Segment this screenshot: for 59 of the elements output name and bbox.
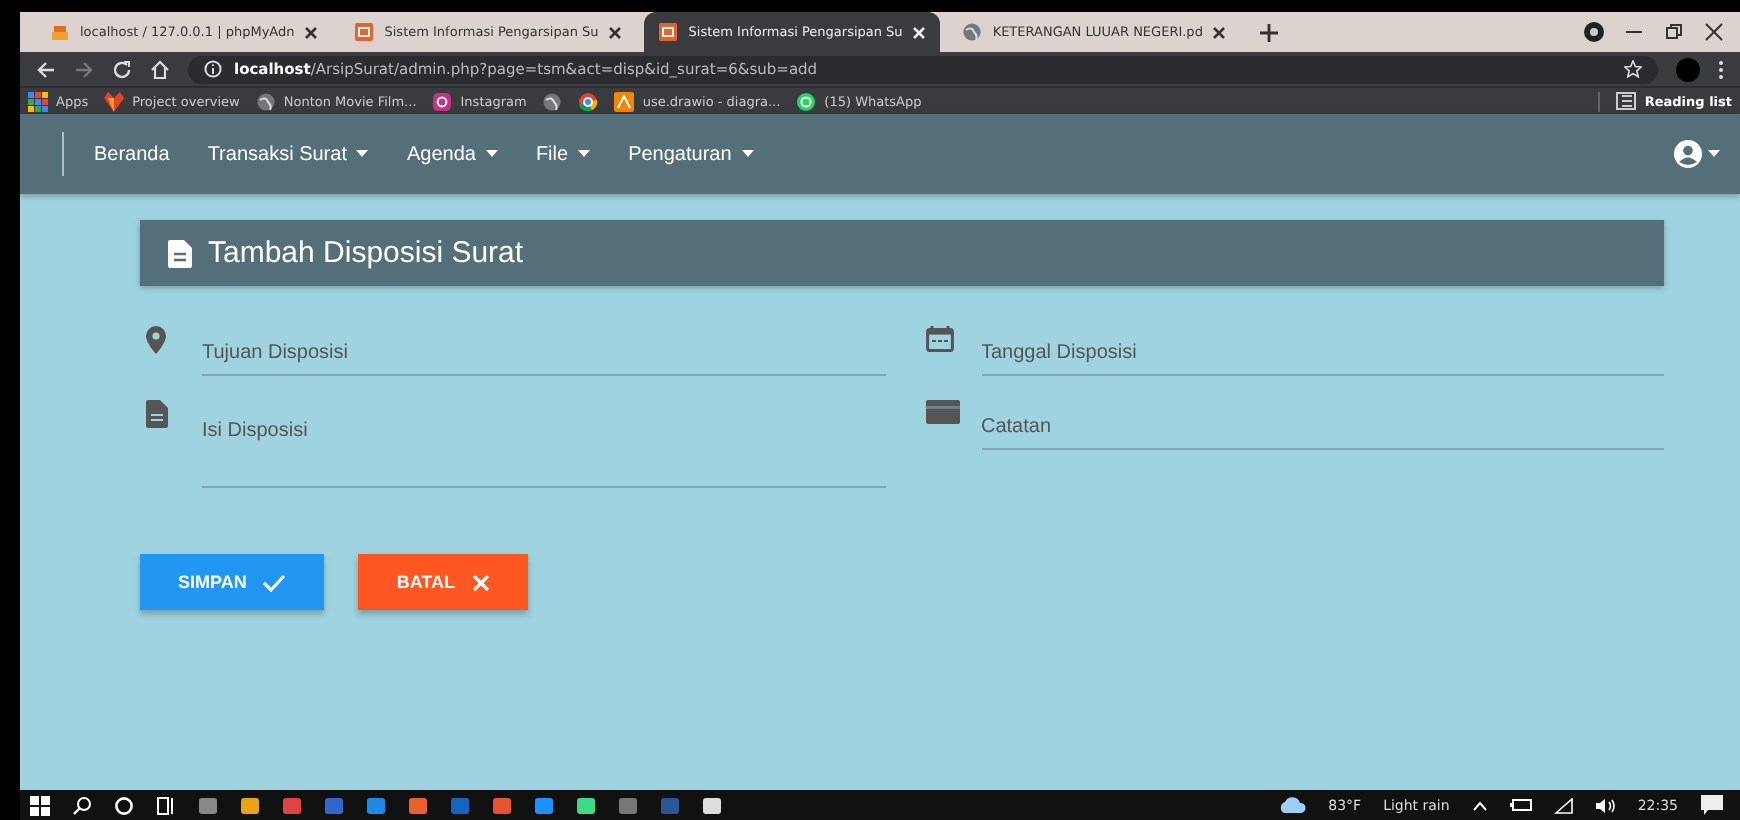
check-icon: [262, 573, 287, 591]
forward-icon[interactable]: [74, 59, 94, 79]
chevron-up-icon[interactable]: [1471, 799, 1488, 811]
close-icon[interactable]: [1212, 25, 1227, 39]
app-icon[interactable]: [240, 795, 260, 815]
nav-menu-item[interactable]: Pengaturan: [628, 143, 754, 165]
input-field[interactable]: Tanggal Disposisi: [981, 326, 1664, 376]
notification-icon[interactable]: [1700, 794, 1724, 816]
app-icon[interactable]: [702, 795, 722, 815]
form-title: Tambah Disposisi Surat: [208, 236, 524, 270]
close-icon: [471, 573, 490, 591]
globe-icon: [542, 91, 563, 111]
star-icon[interactable]: [1624, 60, 1642, 78]
speaker-icon[interactable]: [1595, 797, 1616, 813]
server-icon: [50, 22, 70, 42]
profile-icon[interactable]: [1584, 22, 1604, 42]
globe-icon: [962, 22, 983, 42]
restore-icon[interactable]: [1664, 22, 1684, 42]
back-icon[interactable]: [36, 59, 56, 79]
calendar-icon: [925, 326, 953, 352]
home-icon[interactable]: [150, 59, 170, 79]
caret-icon: [1708, 150, 1720, 158]
windows-start-icon[interactable]: [30, 795, 50, 815]
nav-menu-item[interactable]: Agenda: [406, 143, 498, 165]
search-icon[interactable]: [72, 795, 92, 815]
app-icon[interactable]: [576, 795, 596, 815]
card-icon: [925, 400, 959, 424]
input-field[interactable]: Tujuan Disposisi: [202, 326, 885, 376]
camera-icon: [432, 91, 453, 111]
close-icon[interactable]: [304, 25, 319, 39]
battery-icon[interactable]: [1509, 798, 1532, 812]
cloud-icon: [1278, 796, 1307, 814]
cortana-icon[interactable]: [114, 795, 134, 815]
nav-menu-item[interactable]: Beranda: [94, 143, 170, 165]
close-icon[interactable]: [1704, 22, 1724, 42]
more-icon[interactable]: [1718, 59, 1724, 79]
apps-grid-icon: [28, 91, 48, 111]
new-tab-icon[interactable]: [1260, 23, 1279, 41]
reading-list-icon: [1616, 92, 1637, 110]
document-icon: [168, 239, 192, 267]
app-icon: [658, 22, 679, 42]
pin-icon: [146, 326, 166, 354]
account-menu[interactable]: [1674, 140, 1720, 168]
nav-menu-item[interactable]: File: [535, 143, 591, 165]
reload-icon[interactable]: [112, 59, 132, 79]
info-icon: [204, 60, 222, 78]
app-icon: [354, 22, 375, 42]
user-icon: [1674, 140, 1702, 168]
task-view-icon[interactable]: [156, 795, 176, 815]
chat-icon: [796, 91, 817, 111]
text-area-field[interactable]: Isi Disposisi: [202, 400, 885, 488]
chrome-icon: [578, 91, 599, 111]
globe-icon: [255, 91, 276, 111]
close-icon[interactable]: [608, 25, 623, 39]
document-icon: [146, 400, 168, 428]
app-icon[interactable]: [534, 795, 554, 815]
fox-icon: [104, 91, 125, 111]
input-field[interactable]: Catatan: [981, 400, 1664, 450]
nav-menu-item[interactable]: Transaksi Surat: [207, 143, 369, 165]
